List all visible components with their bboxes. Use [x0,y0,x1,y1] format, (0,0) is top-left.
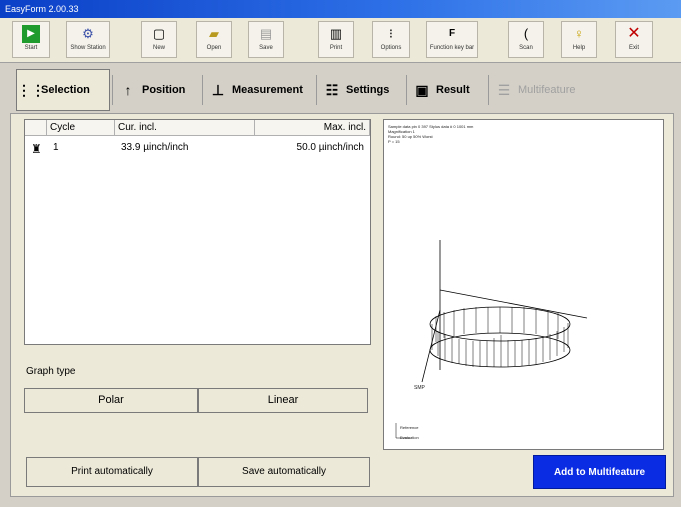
save-automatically-button[interactable]: Save automatically [198,457,370,487]
save-icon: ▤ [259,26,273,41]
tab-settings[interactable]: ☷ Settings [322,69,406,111]
column-header-cur-incl[interactable]: Cur. incl. [115,120,255,136]
toolbar: ▶ Start ⚙ Show Station ▢ New ▰ Open ▤ Sa… [0,18,681,63]
tab-multifeature[interactable]: ☰ Multifeature [494,69,598,111]
graph-type-label: Graph type [26,366,76,377]
graph-area: Sample data pin 0 397 Stylus data # 0 10… [383,119,664,450]
open-button[interactable]: ▰ Open [196,21,232,58]
settings-icon: ☷ [325,81,339,98]
window-title: EasyForm 2.00.33 [5,4,79,14]
title-bar: EasyForm 2.00.33 [0,0,681,18]
options-button[interactable]: ⁝ Options [372,21,410,58]
column-header-cycle[interactable]: Cycle [47,120,115,136]
probe-icon: ♜ [31,142,42,156]
tab-divider [316,75,317,105]
tab-divider [202,75,203,105]
result-disk-icon: ▣ [415,81,429,98]
results-list: Cycle Cur. incl. Max. incl. ♜ 1 33.9 µin… [24,119,371,345]
station-icon: ⚙ [82,26,94,41]
tab-result[interactable]: ▣ Result [412,69,488,111]
axis-label-bottom: SMP [414,385,425,391]
position-arrow-icon: ↑ [124,82,132,98]
exit-button[interactable]: ✕ Exit [615,21,653,58]
scan-icon: ( [523,26,529,41]
tab-divider [488,75,489,105]
profile-hatching [431,307,569,367]
save-button[interactable]: ▤ Save [248,21,284,58]
show-station-button[interactable]: ⚙ Show Station [66,21,110,58]
max-incl-cell: 50.0 µinch/inch [296,142,364,153]
new-button[interactable]: ▢ New [141,21,177,58]
add-to-multifeature-button[interactable]: Add to Multifeature [533,455,666,489]
cur-incl-cell: 33.9 µinch/inch [121,142,189,153]
tab-divider [406,75,407,105]
base-ellipse [429,332,571,368]
help-button[interactable]: ♀ Help [561,21,597,58]
table-row[interactable]: ♜ 1 33.9 µinch/inch 50.0 µinch/inch [25,142,370,158]
help-icon: ♀ [574,26,584,41]
tab-position[interactable]: ↑ Position [118,69,204,111]
measurement-icon: ⊥ [211,81,225,98]
play-icon: ▶ [22,25,40,43]
tab-measurement[interactable]: ⊥ Measurement [208,69,318,111]
new-file-icon: ▢ [152,26,166,41]
scan-button[interactable]: ( Scan [508,21,544,58]
close-icon: ✕ [627,25,641,42]
start-button[interactable]: ▶ Start [12,21,50,58]
column-header-icon [25,120,47,136]
cycle-cell: 1 [53,142,59,153]
print-button[interactable]: ▥ Print [318,21,354,58]
polar-button[interactable]: Polar [24,388,198,413]
open-folder-icon: ▰ [209,26,219,41]
legend-line: Evaluation [400,435,419,440]
tab-selection[interactable]: ⋮⋮ Selection [16,69,110,111]
column-header-max-incl[interactable]: Max. incl. [255,120,370,136]
polar-3d-plot [395,240,588,439]
print-automatically-button[interactable]: Print automatically [26,457,198,487]
print-icon: ▥ [329,26,343,41]
depth-axis [439,289,588,319]
multifeature-icon: ☰ [497,81,511,98]
function-key-icon: F [448,28,456,39]
options-icon: ⁝ [388,26,394,41]
tab-divider [112,75,113,105]
legend-line: Reference [400,425,419,430]
function-key-bar-button[interactable]: F Function key bar [426,21,478,58]
selection-grid-icon: ⋮⋮ [17,81,45,98]
linear-button[interactable]: Linear [198,388,368,413]
tab-bar: ⋮⋮ Selection ↑ Position ⊥ Measurement ☷ … [8,69,672,111]
